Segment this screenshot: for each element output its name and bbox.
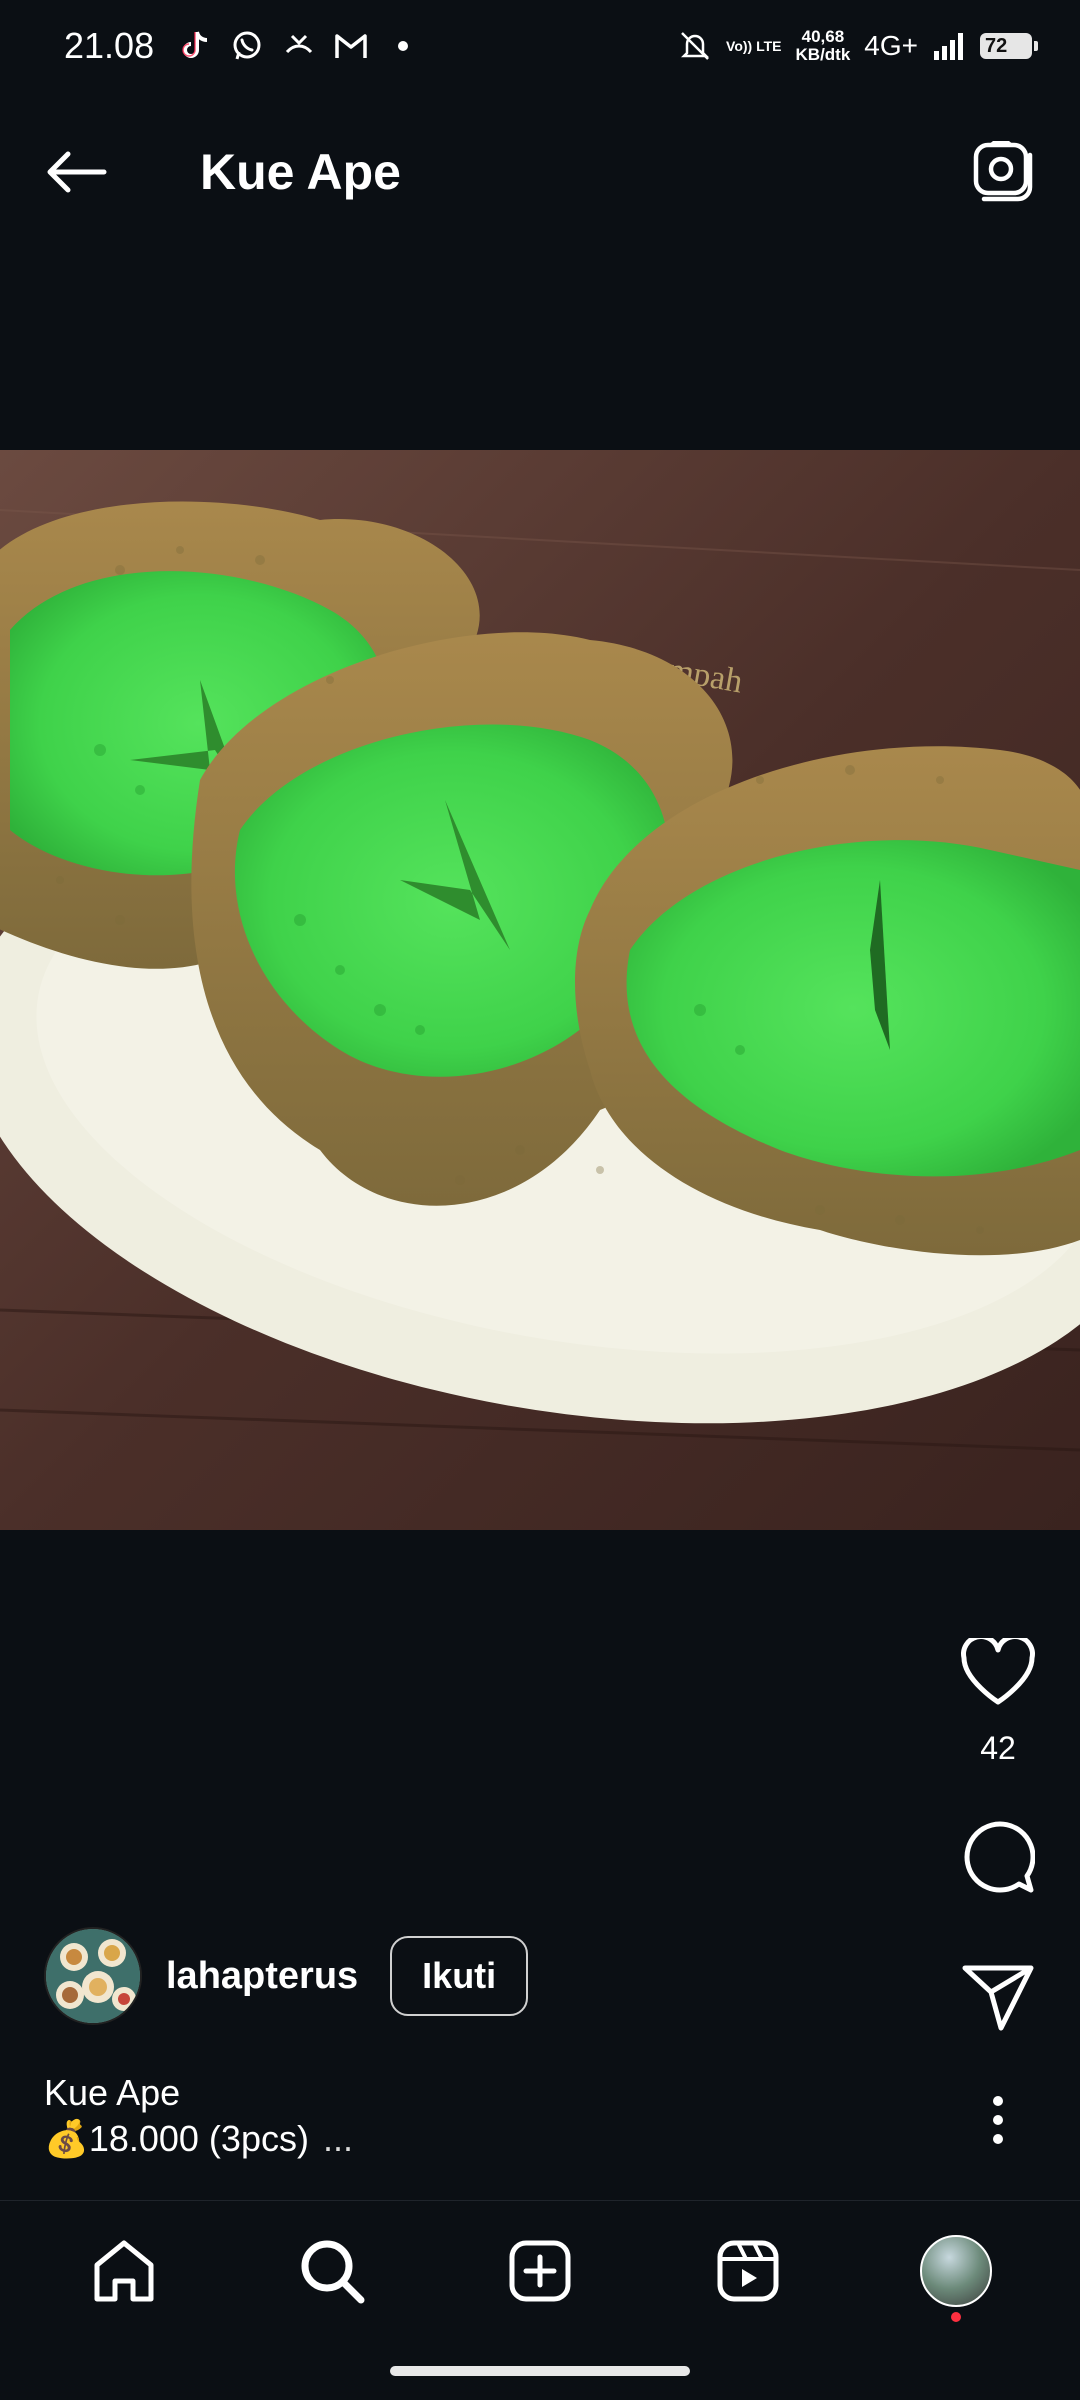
- post-photo[interactable]: rempah: [0, 450, 1080, 1530]
- food-collage-icon: [46, 1929, 140, 2023]
- whatsapp-icon: [230, 29, 264, 63]
- nav-reels[interactable]: [693, 2216, 803, 2326]
- nav-profile[interactable]: [901, 2216, 1011, 2326]
- tiktok-icon: [178, 29, 212, 63]
- camera-button[interactable]: [966, 134, 1042, 210]
- speed-unit: KB/dtk: [795, 45, 851, 64]
- status-left: 21.08: [64, 25, 420, 67]
- caption-line-2: 💰18.000 (3pcs): [44, 2118, 309, 2159]
- bottom-nav: [0, 2200, 1080, 2340]
- comment-button[interactable]: [956, 1815, 1040, 1899]
- notification-dot: [951, 2311, 961, 2322]
- nav-search[interactable]: [277, 2216, 387, 2326]
- post-caption[interactable]: Kue Ape 💰18.000 (3pcs) ...: [44, 2070, 353, 2162]
- heart-icon: [961, 1638, 1035, 1705]
- author-avatar[interactable]: [44, 1927, 142, 2025]
- more-vertical-icon: [993, 2096, 1003, 2144]
- header: Kue Ape: [0, 100, 1080, 244]
- battery-indicator: 72: [980, 33, 1038, 59]
- page-title: Kue Ape: [200, 144, 401, 200]
- paper-plane-icon: [962, 1965, 1034, 2031]
- net-speed: 40,68 KB/dtk: [796, 28, 851, 64]
- gmail-icon: [334, 29, 368, 63]
- screen: 21.08 Vo)) LTE 40,68 KB/dtk 4G+ 72 Kue A…: [0, 0, 1080, 2400]
- create-icon: [509, 2240, 571, 2301]
- back-button[interactable]: [38, 134, 114, 210]
- share-button[interactable]: [956, 1955, 1040, 2039]
- home-indicator[interactable]: [390, 2366, 690, 2376]
- signal-icon: [932, 29, 966, 63]
- status-bar: 21.08 Vo)) LTE 40,68 KB/dtk 4G+ 72: [0, 0, 1080, 92]
- like-button[interactable]: [956, 1630, 1040, 1714]
- kue-ape-photo: rempah: [0, 450, 1080, 1530]
- arrow-left-icon: [47, 151, 107, 193]
- comment-icon: [964, 1821, 1035, 1893]
- caption-line-2-row: 💰18.000 (3pcs) ...: [44, 2116, 353, 2162]
- status-time: 21.08: [64, 25, 155, 66]
- home-icon: [94, 2240, 154, 2301]
- volte-label: Vo)) LTE: [726, 37, 782, 54]
- speed-value: 40,68: [801, 27, 845, 46]
- status-right: Vo)) LTE 40,68 KB/dtk 4G+ 72: [678, 28, 1038, 64]
- network-type: 4G+: [864, 30, 918, 61]
- more-options-button[interactable]: [972, 2085, 1024, 2155]
- like-count[interactable]: 42: [940, 1730, 1056, 1767]
- caption-line-1: Kue Ape: [44, 2072, 181, 2113]
- nav-home[interactable]: [69, 2216, 179, 2326]
- missed-call-icon: [282, 29, 316, 63]
- nav-create[interactable]: [485, 2216, 595, 2326]
- follow-button[interactable]: Ikuti: [390, 1936, 529, 2016]
- profile-avatar: [920, 2234, 992, 2307]
- dot-icon: [386, 29, 420, 63]
- mute-icon: [678, 29, 712, 63]
- battery-level: 72: [985, 34, 1008, 57]
- caption-more[interactable]: ...: [323, 2116, 353, 2162]
- author-username[interactable]: lahapterus: [166, 1955, 358, 1998]
- author-row: lahapterus Ikuti: [44, 1926, 529, 2026]
- camera-icon: [973, 141, 1033, 202]
- search-icon: [301, 2240, 365, 2303]
- reels-icon: [717, 2240, 779, 2301]
